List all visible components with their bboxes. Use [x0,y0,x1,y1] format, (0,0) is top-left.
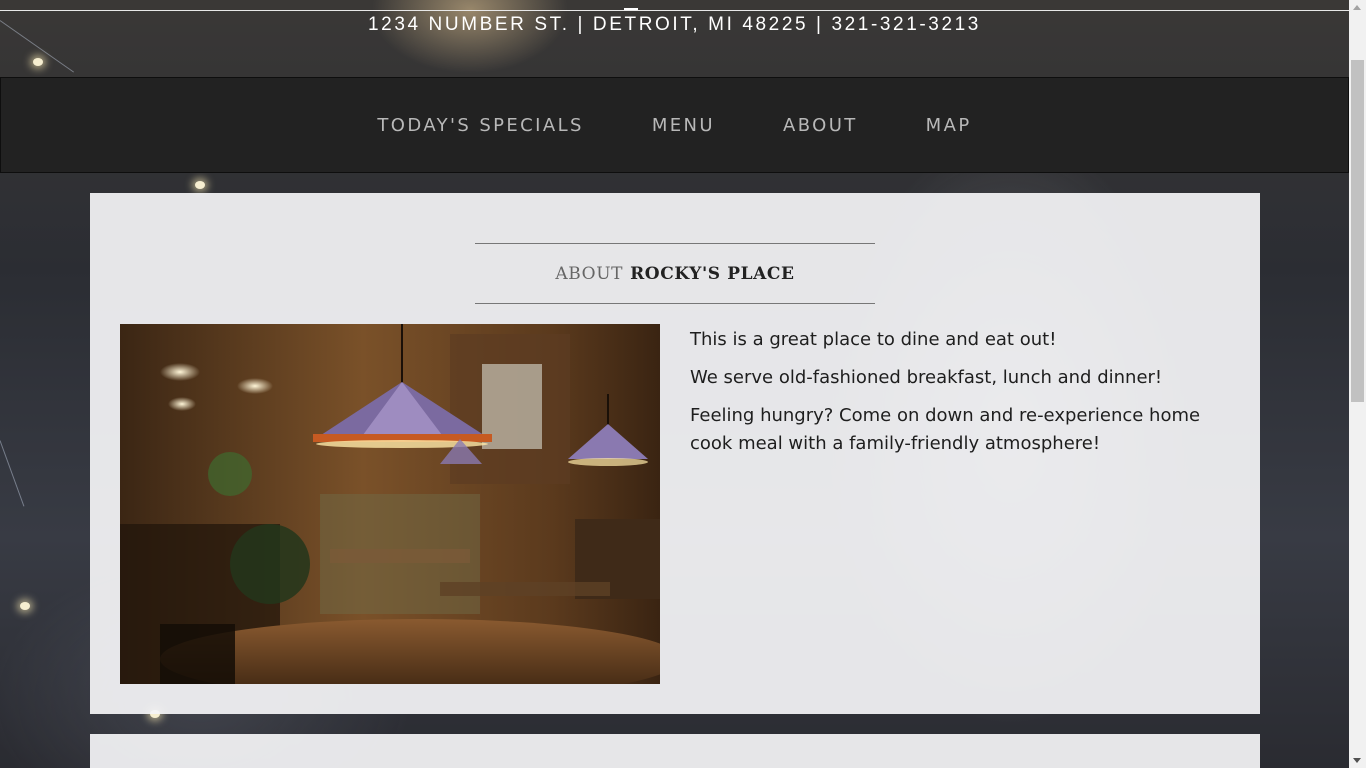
string-light-decoration [33,58,43,66]
string-light-decoration [195,181,205,189]
about-text: This is a great place to dine and eat ou… [690,324,1230,468]
restaurant-photo [120,324,660,684]
about-paragraph: Feeling hungry? Come on down and re-expe… [690,405,1201,454]
about-heading-name: ROCKY'S PLACE [630,263,795,284]
about-heading-prefix: ABOUT [555,263,624,284]
main-navbar: TODAY'S SPECIALS MENU ABOUT MAP [0,77,1349,173]
vertical-scrollbar[interactable] [1349,0,1366,768]
about-paragraph: This is a great place to dine and eat ou… [690,329,1057,350]
scroll-up-icon[interactable] [1353,5,1361,10]
nav-item-todays-specials[interactable]: TODAY'S SPECIALS [377,115,583,136]
scroll-down-icon[interactable] [1353,758,1361,763]
next-section [90,734,1260,768]
top-decoration [624,0,638,10]
address-line: 1234 NUMBER ST. | DETROIT, MI 48225 | 32… [368,14,981,35]
nav-item-map[interactable]: MAP [926,115,972,136]
about-heading: ABOUT ROCKY'S PLACE [475,243,875,304]
nav-item-about[interactable]: ABOUT [783,115,858,136]
nav-item-menu[interactable]: MENU [652,115,715,136]
string-light-decoration [20,602,30,610]
about-section: ABOUT ROCKY'S PLACE This is a great plac… [90,193,1260,714]
about-paragraph: We serve old-fashioned breakfast, lunch … [690,367,1163,388]
header-divider [0,10,1349,11]
scrollbar-thumb[interactable] [1351,60,1364,402]
